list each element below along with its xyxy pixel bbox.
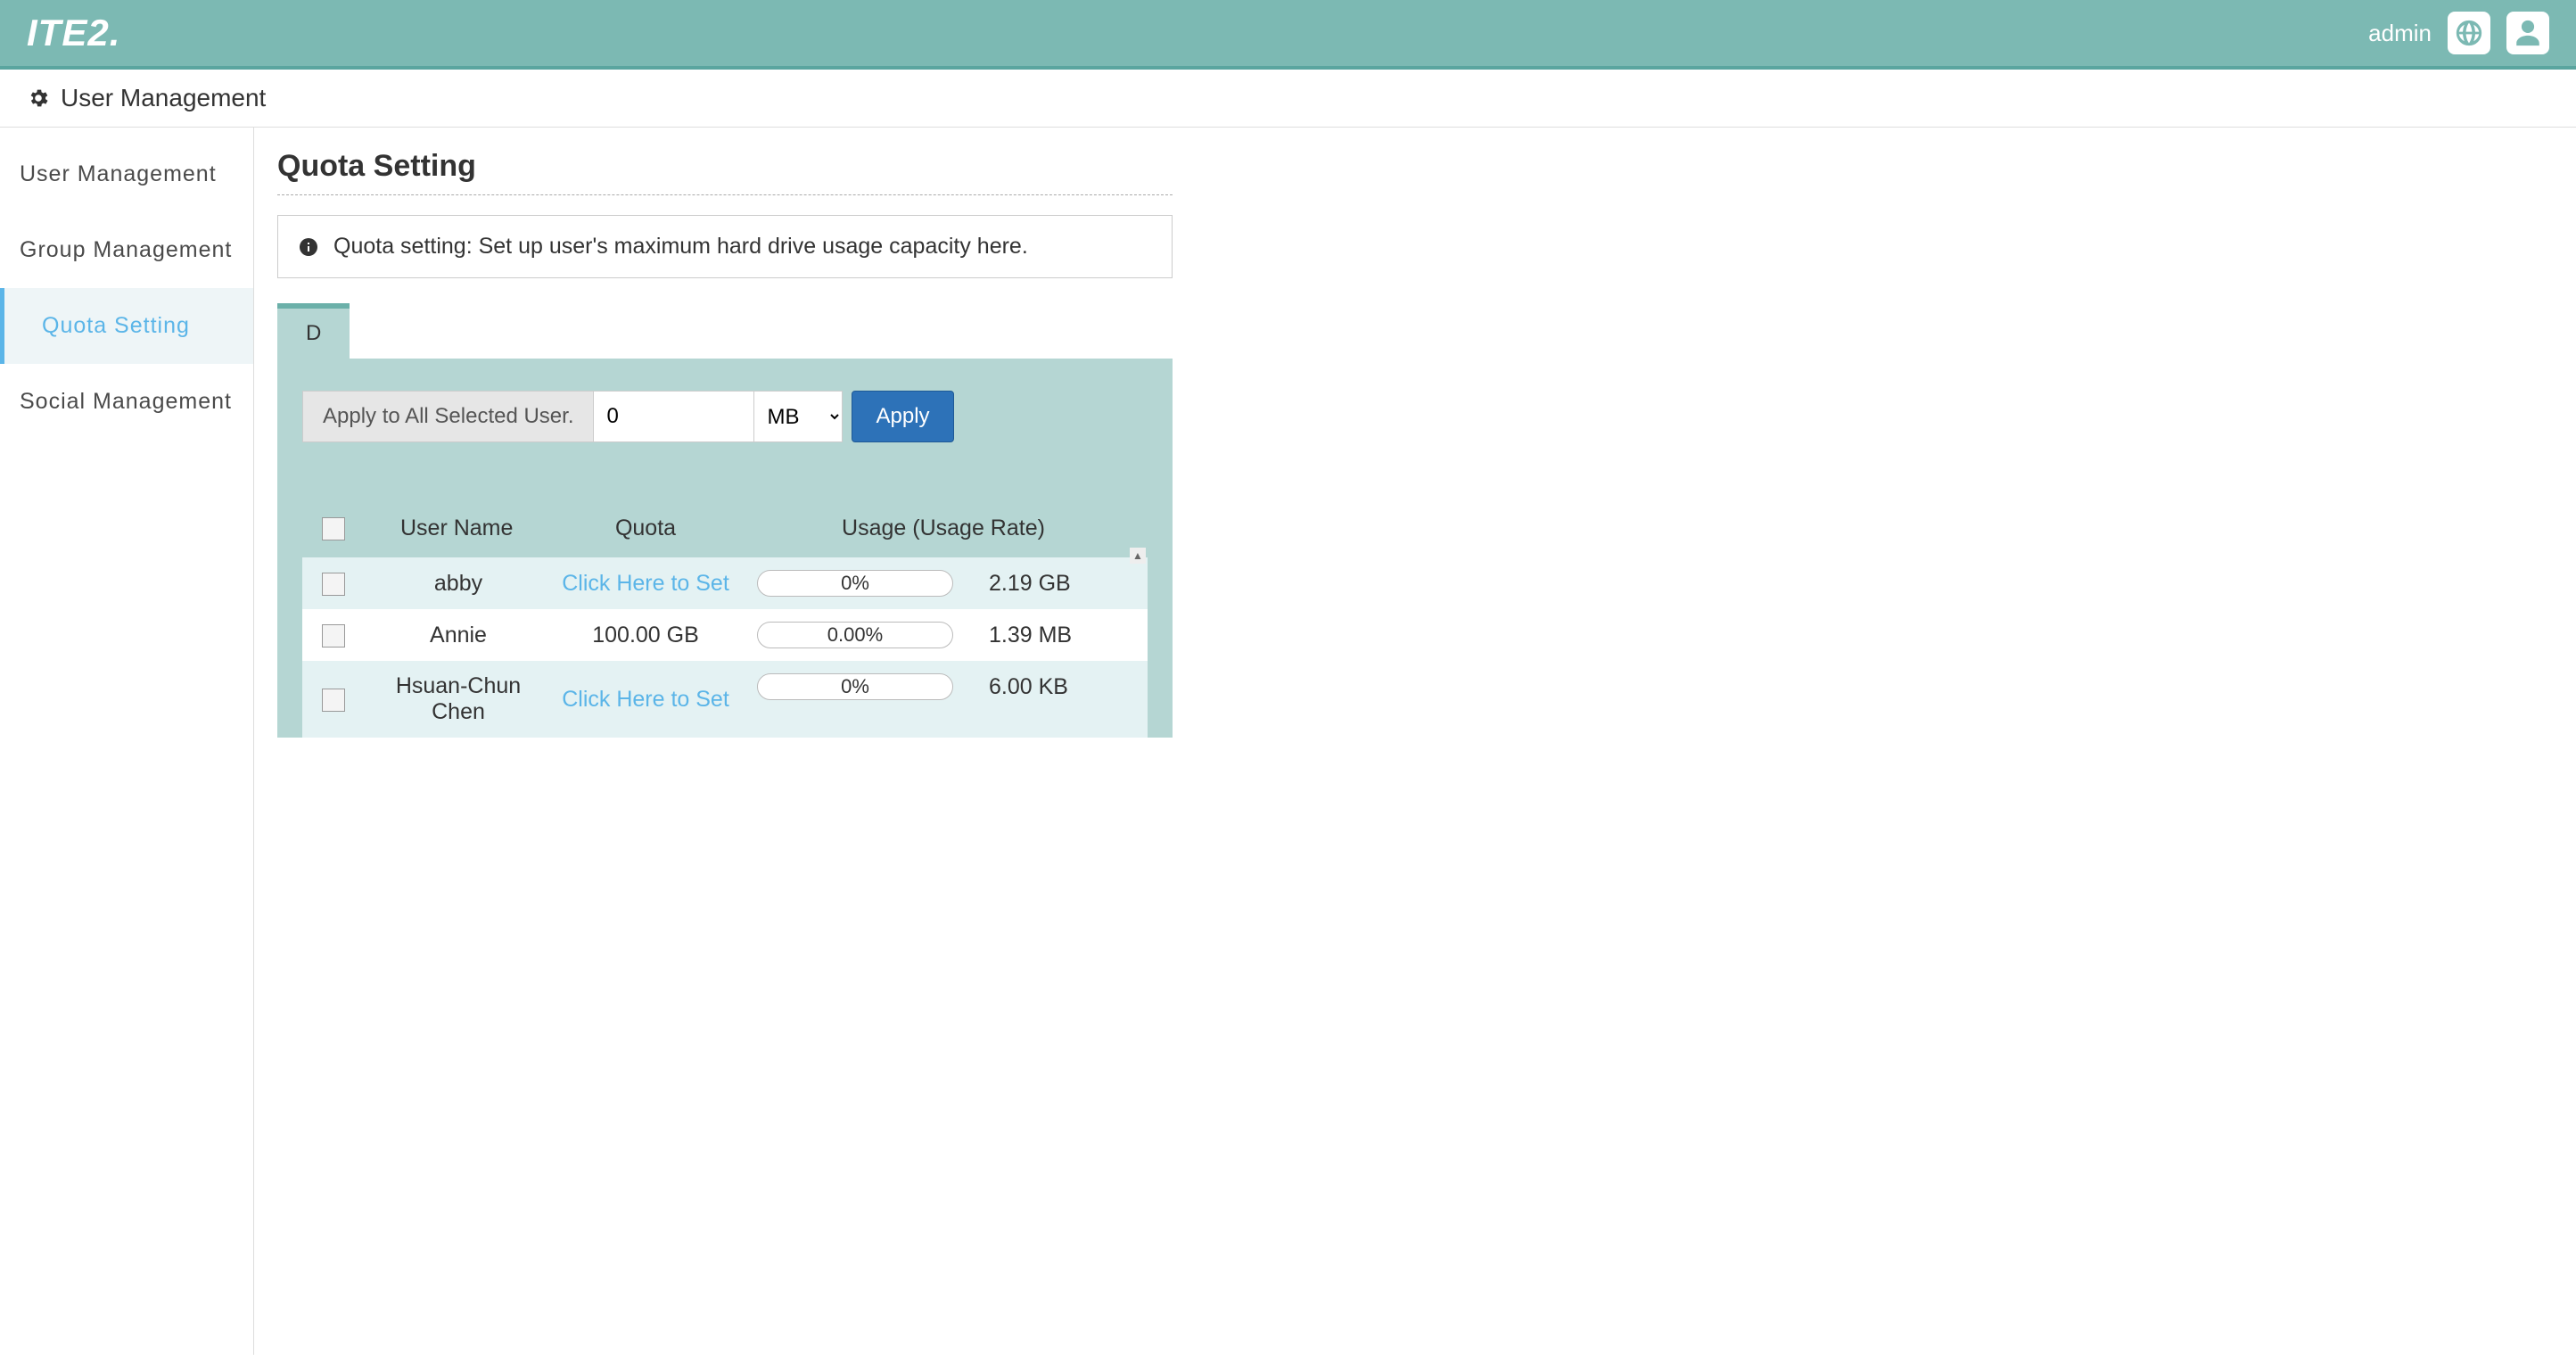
- header-right: admin: [2368, 12, 2549, 54]
- profile-button[interactable]: [2506, 12, 2549, 54]
- quota-table: User Name Quota Usage (Usage Rate) abby …: [302, 505, 1148, 738]
- panel: Apply to All Selected User. MB Apply Use…: [277, 359, 1173, 738]
- row-usage-rate: 0%: [757, 570, 953, 597]
- table-row: Hsuan-Chun Chen Click Here to Set 0% 6.0…: [302, 661, 1148, 738]
- sidebar-item-label: Group Management: [20, 237, 232, 262]
- row-checkbox[interactable]: [322, 624, 345, 648]
- row-usage-rate: 0.00%: [757, 622, 953, 648]
- sidebar-item-label: Quota Setting: [42, 313, 190, 338]
- sidebar-item-group-management[interactable]: Group Management: [0, 212, 253, 288]
- subheader: User Management: [0, 70, 2576, 128]
- row-quota-link[interactable]: Click Here to Set: [562, 571, 729, 596]
- apply-value-input[interactable]: [593, 391, 753, 442]
- row-usage-value: 6.00 KB: [989, 674, 1087, 700]
- row-checkbox[interactable]: [322, 689, 345, 712]
- tab-row: D: [277, 303, 1173, 359]
- apply-row: Apply to All Selected User. MB Apply: [302, 391, 1148, 442]
- gear-icon: [27, 87, 50, 110]
- column-quota: Quota: [552, 505, 739, 557]
- info-box: Quota setting: Set up user's maximum har…: [277, 215, 1173, 278]
- apply-button[interactable]: Apply: [852, 391, 953, 442]
- row-username: abby: [365, 557, 552, 609]
- tab-label: D: [306, 321, 321, 345]
- select-all-checkbox[interactable]: [322, 517, 345, 540]
- row-quota-value[interactable]: 100.00 GB: [592, 623, 699, 648]
- row-checkbox[interactable]: [322, 573, 345, 596]
- apply-unit-select[interactable]: MB: [753, 391, 843, 442]
- info-icon: [298, 236, 319, 258]
- table-row: Annie 100.00 GB 0.00% 1.39 MB: [302, 609, 1148, 661]
- row-quota-link[interactable]: Click Here to Set: [562, 687, 729, 712]
- globe-icon: [2454, 18, 2484, 48]
- sidebar-item-user-management[interactable]: User Management: [0, 136, 253, 212]
- row-usage-value: 1.39 MB: [989, 623, 1087, 648]
- apply-label: Apply to All Selected User.: [302, 391, 593, 442]
- title-rule: [277, 194, 1173, 195]
- row-usage-value: 2.19 GB: [989, 571, 1087, 597]
- globe-button[interactable]: [2448, 12, 2490, 54]
- column-username: User Name: [365, 505, 552, 557]
- sidebar-item-label: Social Management: [20, 389, 232, 414]
- sidebar-item-quota-setting[interactable]: Quota Setting: [0, 288, 253, 364]
- column-usage: Usage (Usage Rate): [739, 505, 1148, 557]
- subheader-title: User Management: [61, 84, 266, 112]
- logo: ITE2.: [27, 12, 120, 54]
- table-body: abby Click Here to Set 0% 2.19 GB Annie …: [302, 557, 1148, 738]
- current-user-label[interactable]: admin: [2368, 20, 2432, 47]
- table-row: abby Click Here to Set 0% 2.19 GB: [302, 557, 1148, 609]
- row-username: Annie: [365, 609, 552, 661]
- header-bar: ITE2. admin: [0, 0, 2576, 70]
- page-title: Quota Setting: [277, 149, 1173, 184]
- sidebar-item-label: User Management: [20, 161, 217, 186]
- row-usage-rate: 0%: [757, 673, 953, 700]
- row-username: Hsuan-Chun Chen: [365, 661, 552, 738]
- tab-d[interactable]: D: [277, 303, 350, 359]
- scroll-up-arrow[interactable]: ▲: [1130, 548, 1146, 564]
- info-text: Quota setting: Set up user's maximum har…: [333, 234, 1028, 260]
- sidebar: User Management Group Management Quota S…: [0, 128, 254, 1355]
- user-icon: [2513, 18, 2543, 48]
- apply-button-label: Apply: [876, 404, 929, 428]
- content-area: Quota Setting Quota setting: Set up user…: [254, 128, 1199, 1355]
- sidebar-item-social-management[interactable]: Social Management: [0, 364, 253, 440]
